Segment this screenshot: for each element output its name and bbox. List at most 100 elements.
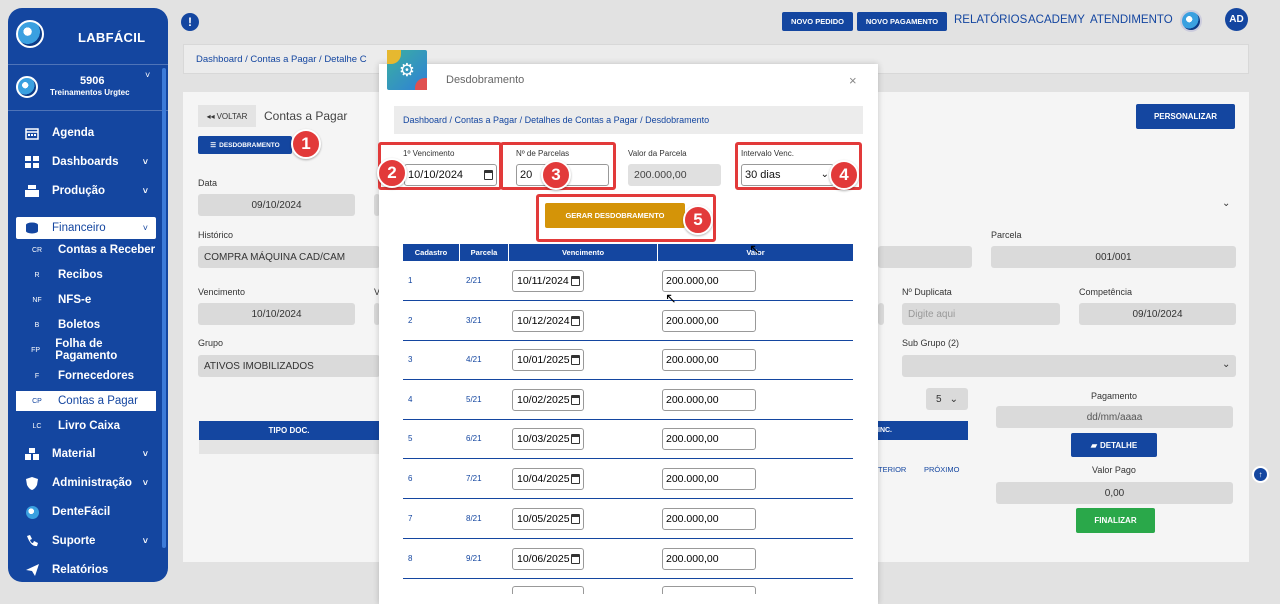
novo-pedido-button[interactable]: NOVO PEDIDO	[782, 12, 853, 31]
row-valor-input[interactable]: 200.000,00	[662, 389, 756, 411]
atendimento-link[interactable]: ATENDIMENTO	[1090, 14, 1173, 26]
col-header-vencimento[interactable]: Vencimento	[509, 244, 657, 261]
calendar-icon	[571, 514, 580, 524]
tipo-doc-header[interactable]: TIPO DOC.	[199, 421, 379, 440]
sidebar-sub-folha-pagamento[interactable]: FP Folha de Pagamento	[16, 338, 156, 362]
sidebar-item-label: Dashboards	[52, 156, 119, 168]
anterior-link[interactable]: TERIOR	[878, 465, 906, 474]
row-valor-input[interactable]: 200.000,00	[662, 428, 756, 450]
row-vencimento-input[interactable]	[512, 586, 584, 594]
row-vencimento-input[interactable]: 10/05/2025	[512, 508, 584, 530]
sidebar-item-suporte[interactable]: Suporte ˅	[16, 530, 156, 552]
voltar-button[interactable]: ◂◂ VOLTAR	[198, 105, 256, 127]
detalhe-label: DETALHE	[1099, 440, 1138, 450]
col-header-cadastro[interactable]: Cadastro	[403, 244, 459, 261]
sidebar-sub-fornecedores[interactable]: F Fornecedores	[16, 366, 156, 386]
valor-pago-field[interactable]: 0,00	[996, 482, 1233, 504]
row-separator	[403, 300, 853, 301]
row-vencimento-input[interactable]: 10/01/2025	[512, 349, 584, 371]
submenu-label: Recibos	[58, 269, 103, 281]
row-cadastro: 7	[408, 514, 413, 523]
row-cadastro: 2	[408, 316, 413, 325]
sidebar-sub-contas-receber[interactable]: CR Contas a Receber	[16, 240, 156, 260]
subgrupo-label: Sub Grupo (2)	[902, 338, 960, 348]
hidden-field[interactable]	[878, 246, 972, 268]
sidebar-item-dashboards[interactable]: Dashboards ˅	[16, 151, 156, 173]
submenu-abbr: FP	[31, 346, 41, 354]
sidebar-sub-nfse[interactable]: NF NFS-e	[16, 290, 156, 310]
valor-parcela-label: Valor da Parcela	[628, 149, 687, 158]
proximo-link[interactable]: PRÓXIMO	[924, 465, 959, 474]
row-vencimento-value: 10/12/2024	[517, 315, 570, 327]
globe-icon[interactable]	[1180, 10, 1202, 32]
subgrupo-select[interactable]	[902, 355, 1236, 377]
cubes-icon	[24, 447, 40, 461]
row-valor-input[interactable]: 200.000,00	[662, 270, 756, 292]
sidebar-sub-boletos[interactable]: B Boletos	[16, 315, 156, 335]
col-header-parcela[interactable]: Parcela	[460, 244, 508, 261]
close-icon[interactable]: ×	[849, 73, 857, 88]
row-separator	[403, 379, 853, 380]
relatorios-link[interactable]: RELATÓRIOS	[954, 14, 1027, 26]
desdobramento-button[interactable]: ☰ DESDOBRAMENTO	[198, 136, 292, 154]
row-vencimento-input[interactable]: 10/03/2025	[512, 428, 584, 450]
sidebar-item-relatorios[interactable]: Relatórios	[16, 559, 156, 581]
competencia-field[interactable]: 09/10/2024	[1079, 303, 1236, 325]
scroll-top-icon[interactable]: ↑	[1252, 466, 1269, 483]
row-valor-input[interactable]	[662, 586, 756, 594]
data-field[interactable]: 09/10/2024	[198, 194, 355, 216]
sidebar-item-agenda[interactable]: Agenda	[16, 122, 156, 144]
user-name: Treinamentos Urgtec	[50, 88, 130, 97]
pagamento-date-field[interactable]: dd/mm/aaaa	[996, 406, 1233, 428]
inc-header[interactable]: INC.	[878, 421, 968, 440]
row-vencimento-input[interactable]: 10/06/2025	[512, 548, 584, 570]
chevron-down-icon[interactable]: ⌄	[1222, 359, 1230, 370]
pagamento-label: Pagamento	[1091, 391, 1138, 401]
row-valor-input[interactable]: 200.000,00	[662, 548, 756, 570]
chevron-down-icon[interactable]: ⌄	[1222, 198, 1230, 209]
row-vencimento-input[interactable]: 10/12/2024	[512, 310, 584, 332]
row-parcela: 5/21	[466, 395, 482, 404]
user-caret-icon[interactable]: ˅	[145, 70, 150, 80]
grupo-field[interactable]: ATIVOS IMOBILIZADOS	[198, 355, 380, 377]
row-vencimento-input[interactable]: 10/04/2025	[512, 468, 584, 490]
historico-field[interactable]: COMPRA MÁQUINA CAD/CAM	[198, 246, 380, 268]
sidebar-item-dentefacil[interactable]: DenteFácil	[16, 501, 156, 523]
detalhe-button[interactable]: ▰ DETALHE	[1071, 433, 1157, 457]
user-avatar[interactable]	[16, 76, 38, 98]
nduplicata-field[interactable]: Digite aqui	[902, 303, 1060, 325]
finalizar-button[interactable]: FINALIZAR	[1076, 508, 1155, 533]
vencimento-label: Vencimento	[198, 287, 246, 297]
row-vencimento-input[interactable]: 10/02/2025	[512, 389, 584, 411]
row-vencimento-input[interactable]: 10/11/2024	[512, 270, 584, 292]
user-avatar[interactable]: AD	[1225, 8, 1248, 31]
sidebar-scrollbar[interactable]	[162, 68, 166, 548]
parcela-field[interactable]: 001/001	[991, 246, 1236, 268]
personalizar-button[interactable]: PERSONALIZAR	[1136, 104, 1235, 129]
sidebar: LABFÁCIL 5906 Treinamentos Urgtec ˅ Agen…	[8, 8, 168, 582]
alert-icon[interactable]: !	[181, 13, 199, 31]
competencia-label: Competência	[1079, 287, 1133, 297]
breadcrumb-text[interactable]: Dashboard / Contas a Pagar / Detalhe C	[196, 54, 367, 65]
vencimento-field[interactable]: 10/10/2024	[198, 303, 355, 325]
row-valor-input[interactable]: 200.000,00	[662, 468, 756, 490]
sidebar-item-label: Suporte	[52, 535, 96, 547]
novo-pagamento-button[interactable]: NOVO PAGAMENTO	[857, 12, 947, 31]
hidden-field[interactable]	[878, 303, 884, 325]
sidebar-item-material[interactable]: Material ˅	[16, 443, 156, 465]
row-valor-input[interactable]: 200.000,00	[662, 349, 756, 371]
row-valor-input[interactable]: 200.000,00	[662, 310, 756, 332]
sidebar-sub-recibos[interactable]: R Recibos	[16, 265, 156, 285]
sidebar-item-administracao[interactable]: Administração ˅	[16, 472, 156, 494]
mouse-cursor-icon: ↖	[749, 241, 761, 257]
academy-link[interactable]: ACADEMY	[1028, 14, 1085, 26]
modal-breadcrumb-text[interactable]: Dashboard / Contas a Pagar / Detalhes de…	[403, 115, 709, 125]
row-valor-input[interactable]: 200.000,00	[662, 508, 756, 530]
sidebar-sub-contas-pagar[interactable]: CP Contas a Pagar	[16, 391, 156, 411]
sidebar-item-financeiro[interactable]: Financeiro ˅	[16, 217, 156, 239]
divider	[8, 64, 168, 65]
sidebar-item-producao[interactable]: Produção ˅	[16, 180, 156, 202]
sidebar-sub-livro-caixa[interactable]: LC Livro Caixa	[16, 416, 156, 436]
page-size-select[interactable]: 5 ⌄	[926, 388, 968, 410]
submenu-abbr: LC	[32, 422, 42, 430]
